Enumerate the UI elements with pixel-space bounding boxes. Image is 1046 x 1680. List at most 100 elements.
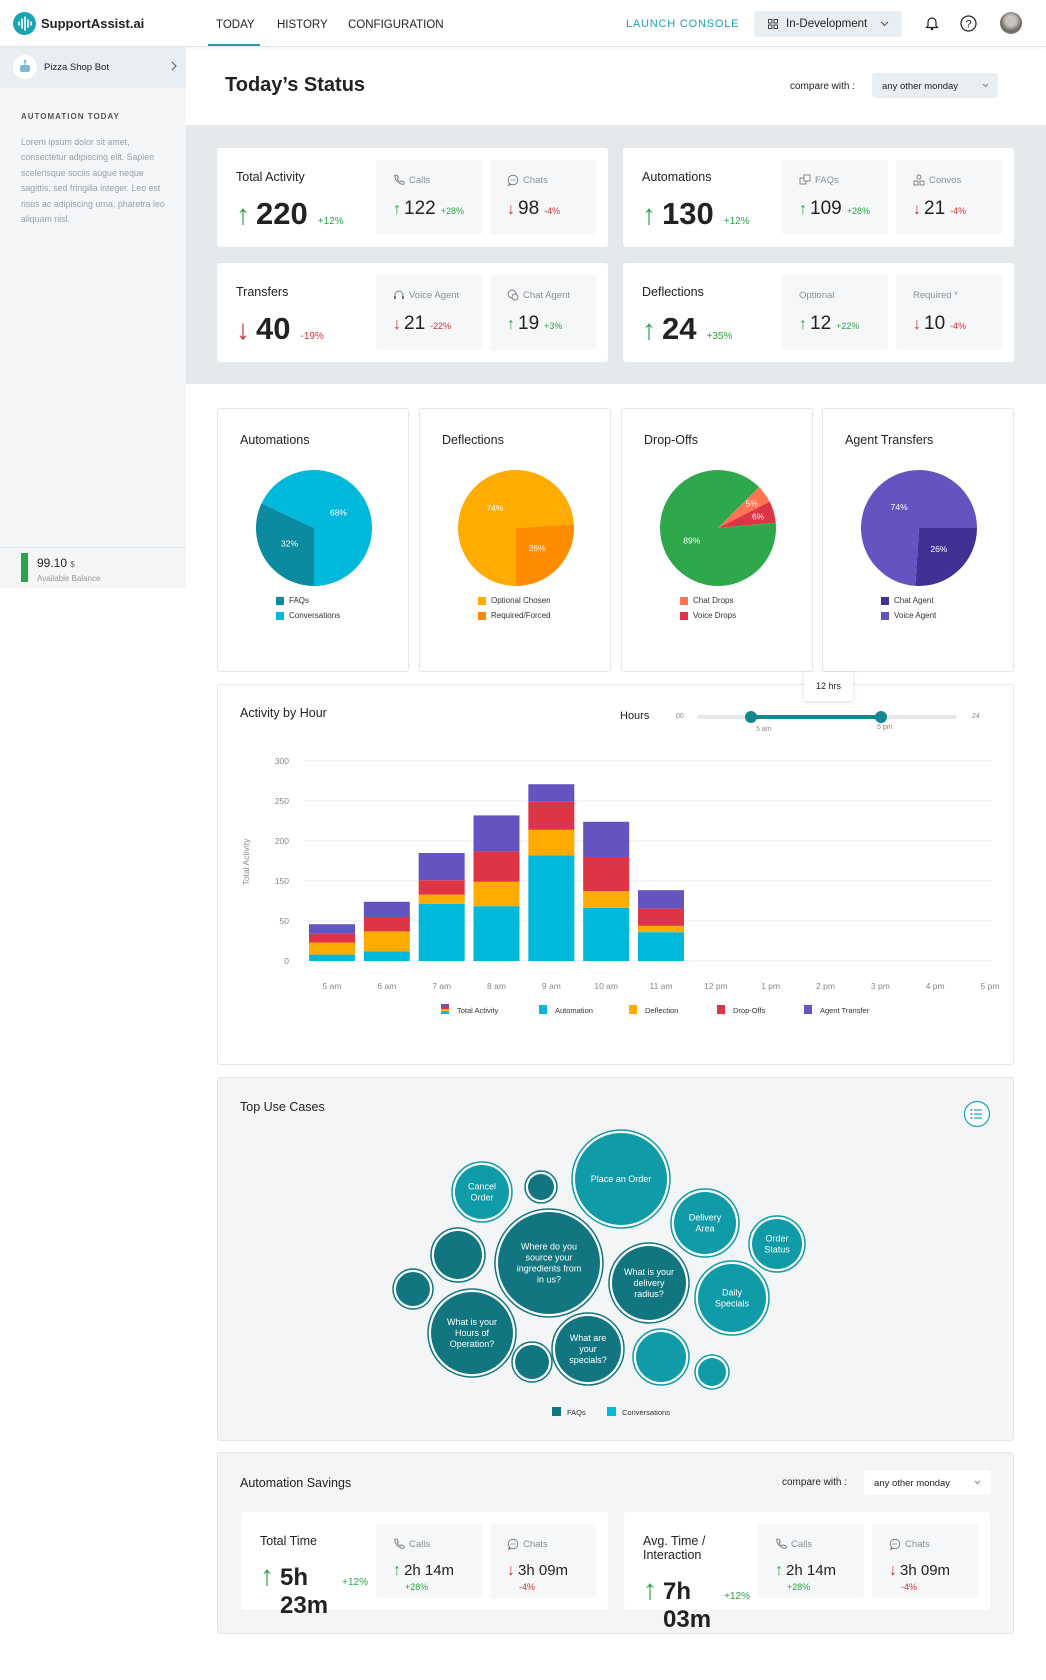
sub-stat-value: 2h 14m [786,1562,837,1579]
bar-segment-deflection [418,894,465,904]
bubble-label: Order Status [764,1234,790,1255]
use-case-bubble[interactable]: Daily Specials [694,1260,770,1336]
stat-title: Deflections [642,285,704,299]
trend-down-icon: ↓ [913,201,921,218]
sub-stat-label: Chats [507,1538,596,1550]
brand-name: SupportAssist.ai [41,16,145,31]
top-nav: SupportAssist.ai TODAY HISTORY CONFIGURA… [0,0,1046,47]
stat-main: Total Time ↑ 5h 23m +12% [260,1524,368,1619]
use-case-bubble[interactable]: Place an Order [571,1129,671,1229]
sub-stat-change: -4% [901,1582,918,1592]
sub-stat-value-row: ↑ 122 +28% [393,198,482,220]
bar-segment-automation [418,903,465,961]
compare-dropdown[interactable]: any other monday [872,73,998,98]
automations-pie-card: Automations 32% 68% FAQs Conversations [217,408,409,672]
bot-selector[interactable]: Pizza Shop Bot [0,47,186,88]
use-case-bubble[interactable] [524,1170,558,1204]
use-case-bubble[interactable] [632,1328,690,1386]
automation-savings-title: Automation Savings [240,1476,352,1490]
launch-console-link[interactable]: LAUNCH CONSOLE [626,18,739,30]
avg-time-card: Avg. Time / Interaction ↑ 7h 03m +12% Calls ↑… [624,1512,990,1633]
trend-up-icon: ↑ [642,314,656,345]
x-tick-label: 5 pm [981,981,1000,991]
stat-value: 7h 03m [663,1578,712,1633]
use-case-bubble[interactable] [511,1341,553,1383]
bar-segment-deflection [528,829,575,856]
savings-compare-dropdown[interactable]: any other monday [864,1470,991,1495]
stat-main: Transfers ↓ 40 -19% [236,275,368,350]
sub-stat-value: 21 [924,198,946,219]
sub-stat-change: -4% [544,206,561,216]
sub-stat-calls: Calls ↑ 2h 14m +28% [758,1524,864,1598]
trend-up-icon: ↑ [799,201,807,218]
bar-segment-automation [583,907,630,961]
legend-swatch [478,596,486,605]
savings-compare-label: compare with : [782,1477,848,1488]
legend-label: Agent Transfer [820,1006,870,1015]
x-tick-label: 4 pm [926,981,945,991]
sub-stat-value-row: ↑ 109 +28% [799,198,888,220]
sub-stat-value: 98 [518,198,540,219]
legend-swatch [276,596,284,605]
use-case-bubble[interactable]: Order Status [748,1215,806,1273]
y-tick-label: 250 [275,796,289,806]
divider [0,547,186,548]
legend-label: FAQs [289,596,310,605]
legend-label: Total Activity [457,1006,499,1015]
use-case-bubble[interactable] [430,1227,486,1283]
pie-legend: Chat Drops Voice Drops [680,593,736,623]
use-case-bubble[interactable]: Where do you source your ingredients from i… [494,1208,604,1318]
legend-item: Conversations [276,608,340,623]
bar-segment-automation [638,932,684,961]
bar-segment-deflection [309,942,355,955]
legend-label: Conversations [289,611,341,620]
list-view-icon[interactable] [963,1100,991,1128]
tab-history[interactable]: HISTORY [277,19,328,31]
use-case-bubble[interactable]: What are your specials? [551,1312,625,1386]
trend-down-icon: ↓ [913,316,921,333]
y-tick-label: 200 [275,836,289,846]
legend-label: Drop-Offs [733,1006,766,1015]
tab-configuration[interactable]: CONFIGURATION [348,19,444,31]
stat-change: +12% [342,1577,368,1588]
stat-main: Automations ↑ 130 +12% [642,160,774,235]
legend-label: Optional Chosen [491,596,551,605]
sub-stat-voice-agent: Voice Agent ↓ 21 -22% [376,275,482,350]
chat-bubble-icon [507,1538,519,1550]
help-icon[interactable]: ? [960,15,977,32]
pie-title: Agent Transfers [845,433,934,447]
y-axis-label: Total Activity [241,838,251,886]
use-case-bubble[interactable] [392,1268,434,1310]
bar-segment-agent-transfer [309,924,355,934]
tab-today[interactable]: TODAY [216,19,255,31]
pie-slice-label: 68% [330,507,347,517]
bar-segment-drop-offs [309,933,355,943]
legend-swatch [717,1005,725,1014]
bar-legend: Total Activity Automation Deflection Drop-O… [441,1004,870,1015]
use-case-bubble[interactable]: What is your delivery radius? [608,1242,690,1324]
sidebar [0,47,186,588]
stat-title: Transfers [236,285,289,299]
use-case-bubble[interactable]: Delivery Area [670,1188,740,1258]
convos-icon [913,174,925,186]
bar-segment-drop-offs [473,851,520,882]
use-case-bubble[interactable] [694,1354,730,1390]
environment-dropdown[interactable]: In-Development [754,11,902,37]
pie-chart: 26% 74% [861,470,977,586]
pie-chart: 32% 68% [255,470,372,586]
trend-up-icon: ↑ [799,316,807,333]
sub-stat-label-text: Voice Agent [409,289,460,301]
legend-swatch [881,596,889,605]
bell-icon[interactable] [925,15,939,31]
sub-stat-change: -4% [519,1582,536,1592]
user-avatar[interactable] [1000,12,1022,34]
sub-stat-value: 21 [404,313,426,334]
use-case-bubble[interactable]: Cancel Order [451,1161,513,1223]
chevron-down-icon [982,83,989,88]
sub-stat-label-text: Chats [905,1538,930,1550]
sub-stat-label: FAQs [799,174,888,186]
sub-stat-value-row: ↓ 3h 09m [507,1562,596,1580]
use-case-bubble[interactable]: What is your Hours of Operation? [427,1288,517,1378]
faq-icon [799,174,811,185]
legend-item: Chat Agent [881,593,936,608]
